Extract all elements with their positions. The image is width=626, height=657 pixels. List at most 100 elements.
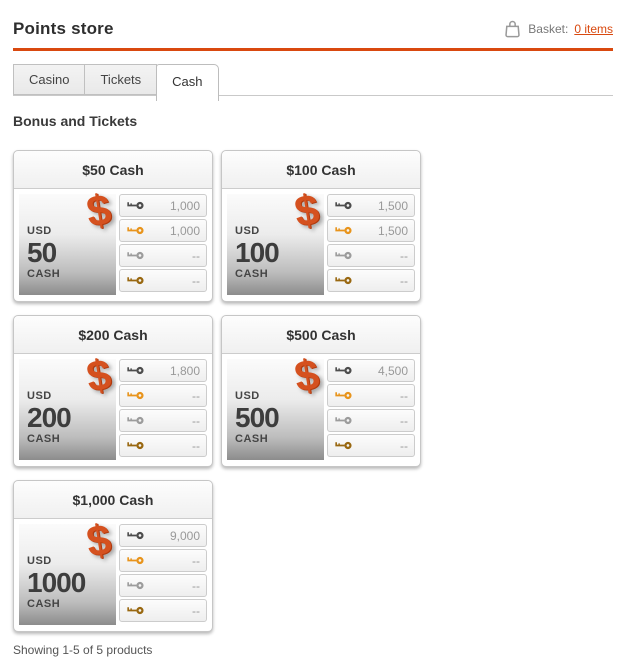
price-row: -- <box>119 434 207 457</box>
product-title: $500 Cash <box>222 316 420 354</box>
product-unit: CASH <box>235 433 269 445</box>
tab-casino[interactable]: Casino <box>13 64 86 95</box>
product-card[interactable]: $50 Cash $ USD 50 CASH 1,000 1,000 -- -- <box>13 150 213 302</box>
product-amount: 50 <box>27 237 57 268</box>
product-unit: CASH <box>27 268 61 280</box>
product-title: $50 Cash <box>14 151 212 189</box>
gold-key-icon <box>127 226 144 235</box>
price-row: -- <box>119 574 207 597</box>
price-value: 9,000 <box>169 528 200 543</box>
dollar-sign-icon: $ <box>291 350 323 402</box>
product-unit: CASH <box>27 598 61 610</box>
product-image: $ USD 200 CASH <box>19 350 116 460</box>
product-label: USD 50 CASH <box>27 226 60 280</box>
product-body: $ USD 100 CASH 1,500 1,500 -- -- <box>222 185 420 301</box>
product-card[interactable]: $1,000 Cash $ USD 1000 CASH 9,000 -- -- … <box>13 480 213 632</box>
price-value: 1,800 <box>169 363 200 378</box>
product-currency: USD <box>27 555 52 567</box>
product-grid: $50 Cash $ USD 50 CASH 1,000 1,000 -- --… <box>13 150 621 632</box>
product-currency: USD <box>235 225 260 237</box>
price-row: -- <box>119 384 207 407</box>
price-row: 9,000 <box>119 524 207 547</box>
dollar-sign-icon: $ <box>83 185 115 237</box>
bronze-key-icon <box>335 276 352 285</box>
price-row: 4,500 <box>327 359 415 382</box>
price-value: -- <box>192 388 200 403</box>
price-value: 4,500 <box>377 363 408 378</box>
product-image: $ USD 50 CASH <box>19 185 116 295</box>
product-card[interactable]: $200 Cash $ USD 200 CASH 1,800 -- -- -- <box>13 315 213 467</box>
product-image: $ USD 100 CASH <box>227 185 324 295</box>
product-body: $ USD 50 CASH 1,000 1,000 -- -- <box>14 185 212 301</box>
product-title: $1,000 Cash <box>14 481 212 519</box>
price-row: 1,000 <box>119 219 207 242</box>
product-currency: USD <box>27 390 52 402</box>
product-currency: USD <box>27 225 52 237</box>
basket-label: Basket: <box>528 22 569 36</box>
page-title: Points store <box>13 19 114 38</box>
silver-key-icon <box>335 251 352 260</box>
black-key-icon <box>127 366 144 375</box>
price-row: -- <box>119 269 207 292</box>
price-row: 1,500 <box>327 219 415 242</box>
price-value: -- <box>192 413 200 428</box>
header-divider <box>13 48 613 51</box>
price-row: -- <box>327 434 415 457</box>
price-row: -- <box>327 384 415 407</box>
silver-key-icon <box>127 416 144 425</box>
product-image: $ USD 1000 CASH <box>19 515 116 625</box>
basket: Basket: 0 items <box>503 19 613 39</box>
price-value: 1,000 <box>169 198 200 213</box>
product-amount: 100 <box>235 237 280 268</box>
silver-key-icon <box>127 581 144 590</box>
product-amount: 1000 <box>27 567 86 598</box>
points-store-page: Points store Basket: 0 items Casino Ticke… <box>0 0 626 657</box>
black-key-icon <box>127 201 144 210</box>
price-row: 1,000 <box>119 194 207 217</box>
black-key-icon <box>127 531 144 540</box>
product-body: $ USD 200 CASH 1,800 -- -- -- <box>14 350 212 466</box>
price-row: -- <box>327 409 415 432</box>
price-value: -- <box>192 438 200 453</box>
dollar-sign-icon: $ <box>83 350 115 402</box>
price-value: -- <box>192 273 200 288</box>
section-heading: Bonus and Tickets <box>13 113 138 129</box>
price-row: -- <box>119 244 207 267</box>
results-summary: Showing 1-5 of 5 products <box>13 643 153 657</box>
price-value: -- <box>192 248 200 263</box>
silver-key-icon <box>127 251 144 260</box>
price-value: -- <box>192 603 200 618</box>
black-key-icon <box>335 366 352 375</box>
product-card[interactable]: $100 Cash $ USD 100 CASH 1,500 1,500 -- … <box>221 150 421 302</box>
price-row: 1,800 <box>119 359 207 382</box>
price-row: -- <box>119 599 207 622</box>
price-value: 1,000 <box>169 223 200 238</box>
basket-icon <box>505 20 521 38</box>
price-value: -- <box>400 388 408 403</box>
product-label: USD 1000 CASH <box>27 555 86 610</box>
black-key-icon <box>335 201 352 210</box>
gold-key-icon <box>335 391 352 400</box>
product-card[interactable]: $500 Cash $ USD 500 CASH 4,500 -- -- -- <box>221 315 421 467</box>
dollar-sign-icon: $ <box>291 185 323 237</box>
gold-key-icon <box>127 391 144 400</box>
price-row: 1,500 <box>327 194 415 217</box>
product-title: $200 Cash <box>14 316 212 354</box>
price-value: -- <box>192 553 200 568</box>
price-list: 9,000 -- -- -- <box>119 524 207 625</box>
bronze-key-icon <box>127 441 144 450</box>
price-row: -- <box>119 409 207 432</box>
product-amount: 500 <box>235 402 280 433</box>
product-image: $ USD 500 CASH <box>227 350 324 460</box>
gold-key-icon <box>127 556 144 565</box>
tab-cash[interactable]: Cash <box>156 64 219 101</box>
basket-items-link[interactable]: 0 items <box>574 22 613 36</box>
bronze-key-icon <box>127 276 144 285</box>
tab-tickets[interactable]: Tickets <box>84 64 158 95</box>
price-row: -- <box>119 549 207 572</box>
price-value: -- <box>192 578 200 593</box>
price-list: 1,000 1,000 -- -- <box>119 194 207 295</box>
price-list: 1,800 -- -- -- <box>119 359 207 460</box>
product-body: $ USD 500 CASH 4,500 -- -- -- <box>222 350 420 466</box>
product-label: USD 500 CASH <box>235 391 280 445</box>
